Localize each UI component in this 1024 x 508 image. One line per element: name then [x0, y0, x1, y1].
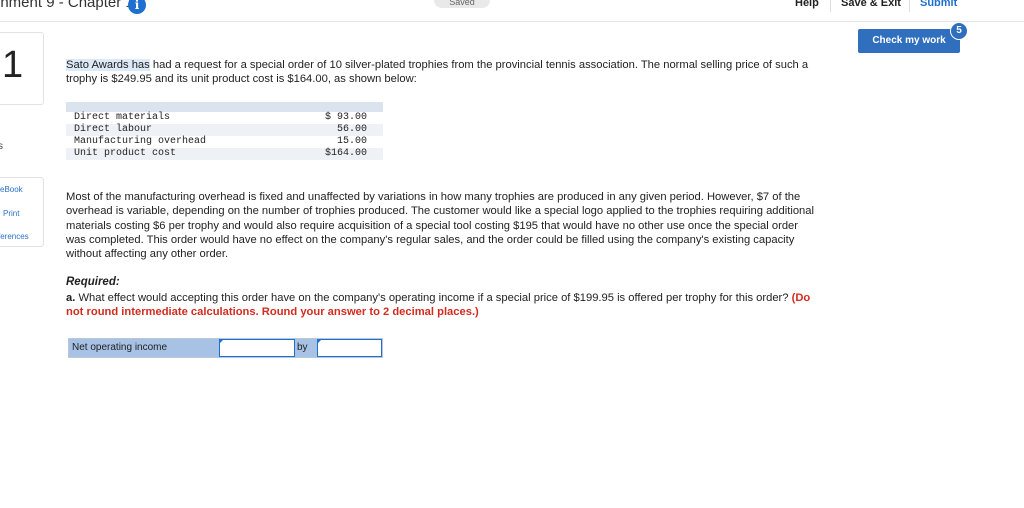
answer-row: Net operating income by — [68, 338, 383, 358]
help-link[interactable]: Help — [795, 0, 819, 9]
intro-text: had a request for a special order of 10 … — [66, 59, 809, 86]
field-marker-icon — [318, 340, 321, 343]
cost-label: Manufacturing overhead — [74, 136, 207, 147]
check-my-work-button[interactable]: Check my work — [858, 29, 960, 53]
highlighted-text: Sato Awards has — [66, 59, 150, 71]
part-a-question: a. What effect would accepting this orde… — [66, 291, 816, 320]
cost-value: $164.00 — [290, 148, 383, 160]
cost-label: Unit product cost — [66, 148, 291, 160]
assignment-title: gnment 9 - Chapter 12 — [0, 0, 143, 11]
info-icon[interactable]: i — [128, 0, 146, 14]
cost-value: $ 93.00 — [324, 112, 367, 123]
effect-select-input[interactable] — [219, 339, 295, 357]
references-link[interactable]: ferences — [0, 232, 29, 241]
cost-label: Direct materials — [74, 112, 171, 123]
table-header-bar — [66, 102, 383, 112]
cost-value: 15.00 — [336, 136, 367, 147]
top-bar: gnment 9 - Chapter 12 i Saved Help Save … — [0, 0, 1024, 22]
print-link[interactable]: Print — [3, 209, 19, 218]
divider — [830, 0, 831, 12]
dropdown-marker-icon — [220, 340, 223, 343]
amount-input[interactable] — [317, 339, 382, 357]
points-label: s — [0, 141, 3, 152]
by-label: by — [295, 339, 317, 357]
check-count-badge: 5 — [950, 22, 968, 40]
part-a-text: What effect would accepting this order h… — [75, 292, 792, 304]
question-intro: Sato Awards has had a request for a spec… — [66, 58, 816, 87]
divider — [909, 0, 910, 12]
answer-label: Net operating income — [69, 339, 219, 357]
table-row: Manufacturing overhead 15.00 — [66, 136, 383, 148]
save-exit-link[interactable]: Save & Exit — [841, 0, 901, 9]
required-heading: Required: — [66, 276, 120, 288]
table-row: Unit product cost $164.00 — [66, 148, 383, 160]
question-paragraph: Most of the manufacturing overhead is fi… — [66, 191, 814, 261]
table-row: Direct labour 56.00 — [66, 124, 383, 136]
cost-value: 56.00 — [290, 124, 383, 136]
question-number: 1 — [2, 44, 24, 86]
ebook-link[interactable]: eBook — [0, 185, 23, 194]
cost-table: Direct materials $ 93.00 Direct labour 5… — [66, 102, 383, 160]
submit-link[interactable]: Submit — [920, 0, 957, 9]
part-a-prefix: a. — [66, 292, 76, 304]
saved-status-badge: Saved — [434, 0, 490, 8]
table-row: Direct materials $ 93.00 — [66, 112, 383, 124]
cost-label: Direct labour — [66, 124, 291, 136]
